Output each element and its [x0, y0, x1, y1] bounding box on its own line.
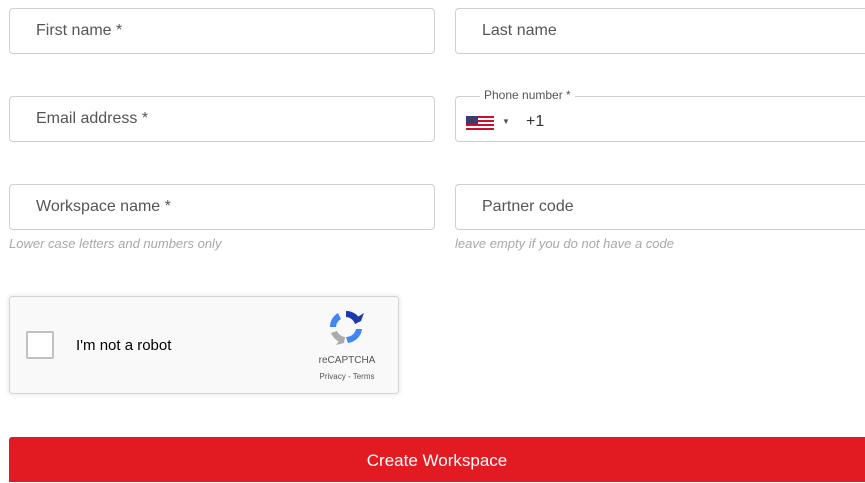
phone-label: Phone number * — [480, 88, 575, 102]
recaptcha-logo-icon — [329, 310, 364, 345]
workspace-name-helper: Lower case letters and numbers only — [9, 236, 222, 251]
partner-code-field[interactable]: Partner code — [455, 184, 865, 230]
partner-code-helper: leave empty if you do not have a code — [455, 236, 674, 251]
recaptcha-checkbox[interactable] — [26, 331, 54, 359]
recaptcha-link-separator: - — [345, 372, 353, 381]
recaptcha-widget: I'm not a robot reCAPTCHA Privacy - Term… — [9, 296, 399, 394]
recaptcha-label: I'm not a robot — [76, 337, 172, 354]
recaptcha-privacy-link[interactable]: Privacy — [320, 372, 346, 381]
dial-code: +1 — [526, 113, 545, 130]
first-name-placeholder: First name * — [36, 22, 123, 39]
first-name-field[interactable]: First name * — [9, 8, 435, 54]
us-flag-icon[interactable] — [466, 116, 494, 130]
partner-code-placeholder: Partner code — [482, 198, 574, 215]
workspace-name-field[interactable]: Workspace name * — [9, 184, 435, 230]
recaptcha-brand: reCAPTCHA — [318, 355, 376, 366]
recaptcha-links: Privacy - Terms — [302, 372, 392, 381]
last-name-placeholder: Last name — [482, 22, 557, 39]
recaptcha-terms-link[interactable]: Terms — [353, 372, 375, 381]
email-field[interactable]: Email address * — [9, 96, 435, 142]
last-name-field[interactable]: Last name — [455, 8, 865, 54]
create-workspace-button[interactable]: Create Workspace — [9, 437, 865, 482]
email-placeholder: Email address * — [36, 110, 149, 127]
phone-field[interactable]: Phone number * ▼ +1 — [455, 88, 865, 142]
chevron-down-icon[interactable]: ▼ — [502, 117, 510, 126]
workspace-name-placeholder: Workspace name * — [36, 198, 171, 215]
